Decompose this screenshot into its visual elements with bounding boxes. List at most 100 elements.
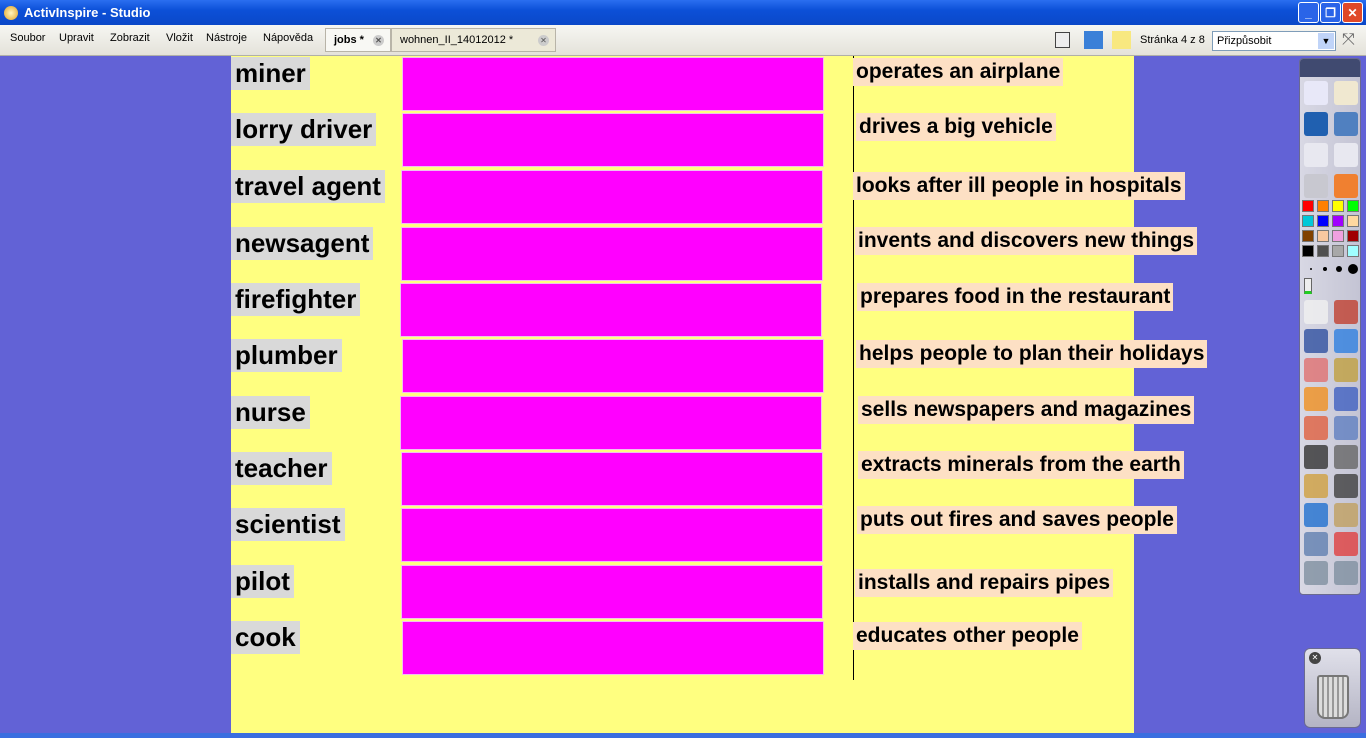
cover-box[interactable] bbox=[402, 339, 824, 393]
word-card[interactable]: miner bbox=[231, 57, 310, 90]
word-card[interactable]: lorry driver bbox=[231, 113, 377, 146]
definition-card[interactable]: installs and repairs pipes bbox=[855, 569, 1114, 597]
definition-card[interactable]: operates an airplane bbox=[853, 58, 1064, 86]
word-card[interactable]: scientist bbox=[231, 508, 345, 541]
previous-page-icon[interactable] bbox=[1304, 143, 1328, 167]
reveal-icon[interactable] bbox=[1334, 445, 1358, 469]
width-slider[interactable] bbox=[1304, 278, 1312, 294]
color-swatch[interactable] bbox=[1347, 245, 1359, 257]
color-swatch[interactable] bbox=[1317, 230, 1329, 242]
undo-icon[interactable] bbox=[1304, 561, 1328, 585]
tools-icon[interactable] bbox=[1334, 300, 1358, 324]
color-swatch[interactable] bbox=[1332, 245, 1344, 257]
select-icon[interactable] bbox=[1304, 300, 1328, 324]
menu-soubor[interactable]: Soubor bbox=[10, 32, 45, 44]
word-card[interactable]: teacher bbox=[231, 452, 332, 485]
fill-icon[interactable] bbox=[1334, 358, 1358, 382]
close-tab-icon[interactable]: ✕ bbox=[373, 35, 384, 46]
menu-upravit[interactable]: Upravit bbox=[59, 32, 94, 44]
color-swatch[interactable] bbox=[1347, 215, 1359, 227]
menu-zobrazit[interactable]: Zobrazit bbox=[110, 32, 150, 44]
cover-box[interactable] bbox=[400, 283, 822, 337]
pen-width-option[interactable] bbox=[1348, 264, 1358, 274]
reset-icon[interactable] bbox=[1334, 532, 1358, 556]
reader-icon[interactable] bbox=[1334, 474, 1358, 498]
word-card[interactable]: newsagent bbox=[231, 227, 374, 260]
cover-box[interactable] bbox=[400, 396, 822, 450]
color-swatch[interactable] bbox=[1332, 200, 1344, 212]
close-button[interactable]: ✕ bbox=[1342, 2, 1363, 23]
profile-icon[interactable] bbox=[1334, 81, 1358, 105]
cover-box[interactable] bbox=[401, 565, 823, 619]
definition-card[interactable]: puts out fires and saves people bbox=[857, 506, 1177, 534]
handwriting-icon[interactable] bbox=[1304, 474, 1328, 498]
fullscreen-icon[interactable]: ⤧ bbox=[1342, 31, 1355, 49]
word-card[interactable]: firefighter bbox=[231, 283, 361, 316]
color-swatch[interactable] bbox=[1317, 245, 1329, 257]
color-swatch[interactable] bbox=[1332, 215, 1344, 227]
word-card[interactable]: plumber bbox=[231, 339, 342, 372]
word-card[interactable]: pilot bbox=[231, 565, 294, 598]
connector-icon[interactable] bbox=[1334, 387, 1358, 411]
tab-jobs[interactable]: jobs * ✕ bbox=[325, 28, 391, 52]
color-swatch[interactable] bbox=[1347, 200, 1359, 212]
cover-box[interactable] bbox=[401, 508, 823, 562]
snowflake-icon[interactable] bbox=[1084, 31, 1103, 49]
note-icon[interactable] bbox=[1112, 31, 1131, 49]
cover-box[interactable] bbox=[402, 113, 824, 167]
cover-box[interactable] bbox=[402, 621, 824, 675]
close-tab-icon[interactable]: ✕ bbox=[538, 35, 549, 46]
text-icon[interactable] bbox=[1304, 445, 1328, 469]
play-icon[interactable] bbox=[1304, 174, 1328, 198]
redo-icon[interactable] bbox=[1334, 561, 1358, 585]
media-icon[interactable] bbox=[1334, 416, 1358, 440]
tools-menu-icon[interactable] bbox=[1304, 81, 1328, 105]
menu-nastroje[interactable]: Nástroje bbox=[206, 32, 247, 44]
desktop-annotate-icon[interactable] bbox=[1304, 112, 1328, 136]
shape-icon[interactable] bbox=[1304, 387, 1328, 411]
toolbox-header[interactable] bbox=[1300, 59, 1360, 77]
clear-icon[interactable] bbox=[1304, 532, 1328, 556]
color-swatch[interactable] bbox=[1302, 215, 1314, 227]
cover-box[interactable] bbox=[402, 57, 824, 111]
cover-box[interactable] bbox=[401, 452, 823, 506]
cover-box[interactable] bbox=[401, 170, 823, 224]
next-page-icon[interactable] bbox=[1334, 143, 1358, 167]
cover-box[interactable] bbox=[401, 227, 823, 281]
definition-card[interactable]: educates other people bbox=[853, 622, 1082, 650]
menu-vlozit[interactable]: Vložit bbox=[166, 32, 193, 44]
word-card[interactable]: cook bbox=[231, 621, 300, 654]
maximize-button[interactable]: ❐ bbox=[1320, 2, 1341, 23]
color-swatch[interactable] bbox=[1302, 245, 1314, 257]
color-swatch[interactable] bbox=[1332, 230, 1344, 242]
menu-napoveda[interactable]: Nápověda bbox=[263, 32, 313, 44]
definition-card[interactable]: looks after ill people in hospitals bbox=[853, 172, 1185, 200]
color-swatch[interactable] bbox=[1302, 200, 1314, 212]
close-icon[interactable]: ✕ bbox=[1309, 652, 1321, 664]
page-browser-icon[interactable] bbox=[1055, 32, 1070, 48]
minimize-button[interactable]: _ bbox=[1298, 2, 1319, 23]
eraser-icon[interactable] bbox=[1304, 358, 1328, 382]
clone-icon[interactable] bbox=[1304, 416, 1328, 440]
trash-bin[interactable]: ✕ bbox=[1304, 648, 1361, 728]
definition-card[interactable]: drives a big vehicle bbox=[856, 113, 1056, 141]
definition-card[interactable]: extracts minerals from the earth bbox=[858, 451, 1184, 479]
definition-card[interactable]: invents and discovers new things bbox=[855, 227, 1198, 255]
definition-card[interactable]: prepares food in the restaurant bbox=[857, 283, 1174, 311]
highlighter-icon[interactable] bbox=[1334, 329, 1358, 353]
pen-width-option[interactable] bbox=[1310, 268, 1312, 270]
tab-wohnen[interactable]: wohnen_II_14012012 * ✕ bbox=[391, 28, 556, 52]
word-card[interactable]: nurse bbox=[231, 396, 310, 429]
definition-card[interactable]: sells newspapers and magazines bbox=[858, 396, 1195, 424]
color-swatch[interactable] bbox=[1347, 230, 1359, 242]
color-swatch[interactable] bbox=[1302, 230, 1314, 242]
word-card[interactable]: travel agent bbox=[231, 170, 385, 203]
chevron-down-icon[interactable]: ▼ bbox=[1318, 33, 1334, 49]
color-swatch[interactable] bbox=[1317, 200, 1329, 212]
pen-width-option[interactable] bbox=[1323, 267, 1327, 271]
definition-card[interactable]: helps people to plan their holidays bbox=[856, 340, 1208, 368]
resource-browser-icon[interactable] bbox=[1334, 174, 1358, 198]
spellcheck-icon[interactable] bbox=[1334, 503, 1358, 527]
zoom-select[interactable]: Přizpůsobit ▼ bbox=[1212, 31, 1336, 51]
web-browser-icon[interactable] bbox=[1304, 503, 1328, 527]
